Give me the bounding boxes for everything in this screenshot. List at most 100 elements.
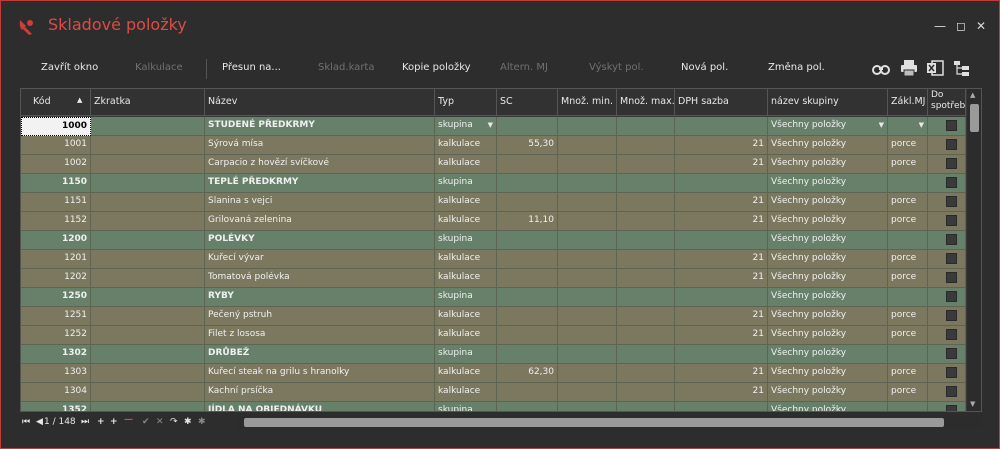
cell-kod[interactable]: 1252 (21, 326, 91, 345)
cell-skupina[interactable]: Všechny položky (768, 136, 888, 155)
cell-spotreba[interactable] (928, 269, 966, 288)
cell-mj[interactable]: porce (888, 155, 928, 174)
cell-dph[interactable] (675, 288, 768, 307)
cell-dph[interactable]: 21 (675, 326, 768, 345)
cell-mj[interactable]: porce (888, 212, 928, 231)
cell-min[interactable] (558, 345, 617, 364)
cell-spotreba[interactable] (928, 250, 966, 269)
cell-sc[interactable] (497, 307, 558, 326)
cell-mj[interactable] (888, 288, 928, 307)
cell-min[interactable] (558, 117, 617, 136)
cell-sc[interactable] (497, 402, 558, 411)
cell-zkratka[interactable] (91, 136, 205, 155)
consumption-checkbox[interactable] (946, 329, 957, 340)
cell-typ[interactable]: kalkulace (435, 155, 497, 174)
cell-dph[interactable]: 21 (675, 155, 768, 174)
cell-typ[interactable]: skupina ▼ (435, 117, 497, 136)
maximize-icon[interactable]: ◻ (954, 19, 968, 33)
cell-min[interactable] (558, 155, 617, 174)
cell-skupina[interactable]: Všechny položky (768, 364, 888, 383)
cell-max[interactable] (617, 193, 675, 212)
cell-zkratka[interactable] (91, 231, 205, 250)
table-row[interactable]: 1251 Pečený pstruh kalkulace 21 Všechny polo… (21, 307, 966, 326)
cell-spotreba[interactable] (928, 345, 966, 364)
printer-icon[interactable] (899, 59, 919, 77)
cell-nazev[interactable]: Tomatová polévka (205, 269, 435, 288)
cell-dph[interactable] (675, 117, 768, 136)
refresh-icon[interactable]: ↷ (170, 417, 178, 427)
cell-min[interactable] (558, 364, 617, 383)
dropdown-arrow-icon[interactable]: ▼ (919, 121, 924, 129)
cell-skupina[interactable]: Všechny položky (768, 326, 888, 345)
cell-skupina[interactable]: Všechny položky (768, 383, 888, 402)
cell-nazev[interactable]: Kuřecí vývar (205, 250, 435, 269)
cell-max[interactable] (617, 383, 675, 402)
cell-spotreba[interactable] (928, 212, 966, 231)
cell-nazev[interactable]: TEPLÉ PŘEDKRMY (205, 174, 435, 193)
cell-spotreba[interactable] (928, 402, 966, 411)
scroll-up-icon[interactable]: ▲ (970, 91, 975, 99)
close-window-button[interactable]: Zavřít okno (41, 62, 98, 73)
cell-nazev[interactable]: JÍDLA NA OBJEDNÁVKU (205, 402, 435, 411)
cell-skupina[interactable]: Všechny položky (768, 231, 888, 250)
cell-zkratka[interactable] (91, 212, 205, 231)
next-page-icon[interactable]: ⏭ (81, 417, 89, 427)
scroll-down-icon[interactable]: ▼ (970, 400, 975, 408)
cell-zkratka[interactable] (91, 269, 205, 288)
column-header-vat-rate[interactable]: DPH sazba (675, 89, 768, 116)
cell-dph[interactable] (675, 174, 768, 193)
cell-skupina[interactable]: Všechny položky (768, 250, 888, 269)
cell-sc[interactable] (497, 345, 558, 364)
cell-zkratka[interactable] (91, 326, 205, 345)
column-header-consumption[interactable]: Do spotřeby (928, 89, 966, 116)
cell-kod[interactable]: 1304 (21, 383, 91, 402)
table-row[interactable]: 1152 Grilovaná zelenina kalkulace 11,10 21 Vš… (21, 212, 966, 231)
cell-kod[interactable]: 1001 (21, 136, 91, 155)
cell-kod[interactable]: 1000 (21, 117, 91, 136)
cell-sc[interactable]: 55,30 (497, 136, 558, 155)
cell-sc[interactable] (497, 155, 558, 174)
table-row[interactable]: 1200 POLÉVKY skupina Všechny položky (21, 231, 966, 250)
cell-spotreba[interactable] (928, 193, 966, 212)
cell-dph[interactable] (675, 231, 768, 250)
cell-mj[interactable]: porce (888, 136, 928, 155)
cell-kod[interactable]: 1002 (21, 155, 91, 174)
cell-typ[interactable]: kalkulace (435, 193, 497, 212)
cell-mj[interactable] (888, 402, 928, 411)
horizontal-scroll-thumb[interactable] (244, 418, 944, 427)
consumption-checkbox[interactable] (946, 158, 957, 169)
cell-kod[interactable]: 1250 (21, 288, 91, 307)
cell-sc[interactable] (497, 269, 558, 288)
cell-mj[interactable] (888, 345, 928, 364)
cell-spotreba[interactable] (928, 117, 966, 136)
cell-spotreba[interactable] (928, 364, 966, 383)
cell-sc[interactable]: 62,30 (497, 364, 558, 383)
column-header-group-name[interactable]: název skupiny (768, 89, 888, 116)
table-row[interactable]: 1304 Kachní prsíčka kalkulace 21 Všechny pol… (21, 383, 966, 402)
consumption-checkbox[interactable] (946, 215, 957, 226)
new-item-button[interactable]: Nová pol. (681, 62, 728, 73)
calculation-button[interactable]: Kalkulace (135, 62, 183, 73)
vertical-scrollbar[interactable]: ▲ ▼ (967, 89, 981, 411)
cell-dph[interactable]: 21 (675, 136, 768, 155)
cell-typ[interactable]: kalkulace (435, 307, 497, 326)
cell-sc[interactable] (497, 288, 558, 307)
cell-nazev[interactable]: DRŮBEŽ (205, 345, 435, 364)
cell-nazev[interactable]: RYBY (205, 288, 435, 307)
column-header-typ[interactable]: Typ (435, 89, 497, 116)
dropdown-arrow-icon[interactable]: ▼ (488, 121, 493, 129)
vertical-scroll-thumb[interactable] (970, 104, 979, 132)
consumption-checkbox[interactable] (946, 120, 957, 131)
cell-spotreba[interactable] (928, 307, 966, 326)
consumption-checkbox[interactable] (946, 177, 957, 188)
cell-skupina[interactable]: Všechny položky (768, 307, 888, 326)
consumption-checkbox[interactable] (946, 310, 957, 321)
post-record-icon[interactable]: ✔ (142, 417, 150, 427)
table-row[interactable]: 1250 RYBY skupina Všechny položky (21, 288, 966, 307)
table-row[interactable]: 1202 Tomatová polévka kalkulace 21 Všechny p… (21, 269, 966, 288)
cell-spotreba[interactable] (928, 155, 966, 174)
cell-min[interactable] (558, 288, 617, 307)
cell-kod[interactable]: 1200 (21, 231, 91, 250)
column-header-max-qty[interactable]: Množ. max. (617, 89, 675, 116)
stock-card-button[interactable]: Sklad.karta (318, 62, 374, 73)
